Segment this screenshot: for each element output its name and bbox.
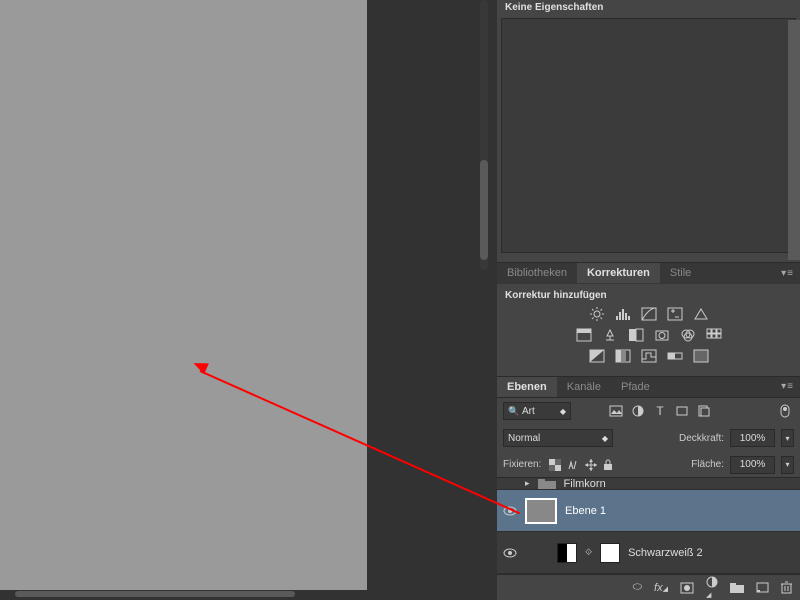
lock-all-icon[interactable]	[603, 459, 613, 471]
right-panel-stack: Keine Eigenschaften Bibliotheken Korrekt…	[497, 0, 800, 600]
color-lookup-icon[interactable]	[705, 328, 723, 343]
fill-label: Fläche:	[691, 459, 724, 470]
layers-panel-menu-icon[interactable]: ▾≡	[781, 381, 794, 392]
gradient-map-icon[interactable]	[666, 349, 684, 364]
mask-thumbnail[interactable]	[600, 543, 620, 563]
adjustments-tab-bar: Bibliotheken Korrekturen Stile ▾≡	[497, 262, 800, 284]
new-adjustment-icon[interactable]: ◢	[706, 576, 718, 600]
visibility-toggle[interactable]	[503, 506, 517, 516]
lock-position-icon[interactable]	[585, 459, 597, 471]
vertical-scrollbar[interactable]	[480, 0, 488, 270]
filter-smart-icon[interactable]	[695, 402, 713, 420]
layer-list: ▸ Filmkorn Ebene 1 ⟐ Schwarzweiß 2	[497, 478, 800, 574]
tab-paths[interactable]: Pfade	[611, 377, 660, 397]
horizontal-scrollbar[interactable]	[15, 591, 295, 597]
layer-row[interactable]: ⟐ Schwarzweiß 2	[497, 532, 800, 574]
filter-shape-icon[interactable]	[673, 402, 691, 420]
opacity-label: Deckkraft:	[679, 433, 724, 444]
selective-color-icon[interactable]	[692, 349, 710, 364]
filter-adjustment-icon[interactable]	[629, 402, 647, 420]
link-icon[interactable]: ⟐	[585, 547, 592, 558]
new-layer-icon[interactable]	[756, 582, 769, 593]
layers-panel: 🔍 Art◆ T Normal◆ Deckkraft: 100% ▾ Fixie…	[497, 397, 800, 574]
curves-icon[interactable]	[640, 307, 658, 322]
threshold-icon[interactable]	[640, 349, 658, 364]
adjustment-thumbnail[interactable]	[557, 543, 577, 563]
properties-body	[501, 18, 796, 253]
exposure-icon[interactable]	[666, 307, 684, 322]
tab-libraries[interactable]: Bibliotheken	[497, 263, 577, 283]
layer-row-group[interactable]: ▸ Filmkorn	[497, 478, 800, 490]
visibility-toggle[interactable]	[503, 548, 517, 558]
brightness-contrast-icon[interactable]	[588, 307, 606, 322]
hue-saturation-icon[interactable]	[575, 328, 593, 343]
levels-icon[interactable]	[614, 307, 632, 322]
delete-layer-icon[interactable]	[781, 581, 792, 594]
layer-thumbnail[interactable]	[525, 498, 557, 524]
blend-mode-select[interactable]: Normal◆	[503, 429, 613, 447]
layer-name[interactable]: Filmkorn	[564, 478, 606, 490]
layers-bottom-bar: ⬭ fx◢ ◢	[497, 574, 800, 600]
filter-pixel-icon[interactable]	[607, 402, 625, 420]
layer-name[interactable]: Ebene 1	[565, 505, 606, 517]
tab-channels[interactable]: Kanäle	[557, 377, 611, 397]
opacity-input[interactable]: 100%	[730, 429, 775, 447]
filter-kind-select[interactable]: 🔍 Art◆	[503, 402, 571, 420]
invert-icon[interactable]	[588, 349, 606, 364]
black-white-icon[interactable]	[627, 328, 645, 343]
link-layers-icon[interactable]: ⬭	[633, 581, 642, 594]
filter-type-icon[interactable]: T	[651, 402, 669, 420]
properties-title: Keine Eigenschaften	[497, 0, 800, 14]
vibrance-icon[interactable]	[692, 307, 710, 322]
lock-transparency-icon[interactable]	[549, 459, 561, 471]
channel-mixer-icon[interactable]	[679, 328, 697, 343]
new-group-icon[interactable]	[730, 582, 744, 593]
folder-icon	[538, 479, 556, 489]
kind-label: Art	[522, 406, 535, 417]
layers-tab-bar: Ebenen Kanäle Pfade ▾≡	[497, 376, 800, 398]
photo-filter-icon[interactable]	[653, 328, 671, 343]
tab-layers[interactable]: Ebenen	[497, 377, 557, 397]
fill-dropdown-icon[interactable]: ▾	[781, 456, 794, 474]
layer-effects-icon[interactable]: fx◢	[654, 582, 668, 594]
adjustments-panel: Korrektur hinzufügen	[497, 284, 800, 376]
panel-menu-icon[interactable]: ▾≡	[781, 268, 794, 279]
tab-styles[interactable]: Stile	[660, 263, 701, 283]
layer-row-selected[interactable]: Ebene 1	[497, 490, 800, 532]
properties-scrollbar[interactable]	[788, 20, 800, 260]
posterize-icon[interactable]	[614, 349, 632, 364]
add-adjustment-label: Korrektur hinzufügen	[505, 290, 792, 301]
tab-adjustments[interactable]: Korrekturen	[577, 263, 660, 283]
lock-pixels-icon[interactable]	[567, 459, 579, 471]
lock-label: Fixieren:	[503, 459, 541, 470]
add-mask-icon[interactable]	[680, 582, 694, 594]
filter-toggle-icon[interactable]	[776, 402, 794, 420]
layer-name[interactable]: Schwarzweiß 2	[628, 547, 703, 559]
canvas-background	[367, 0, 480, 600]
scrollbar-thumb[interactable]	[480, 160, 488, 260]
fill-input[interactable]: 100%	[730, 456, 775, 474]
opacity-dropdown-icon[interactable]: ▾	[781, 429, 794, 447]
color-balance-icon[interactable]	[601, 328, 619, 343]
canvas[interactable]	[0, 0, 367, 590]
properties-panel: Keine Eigenschaften	[497, 0, 800, 262]
